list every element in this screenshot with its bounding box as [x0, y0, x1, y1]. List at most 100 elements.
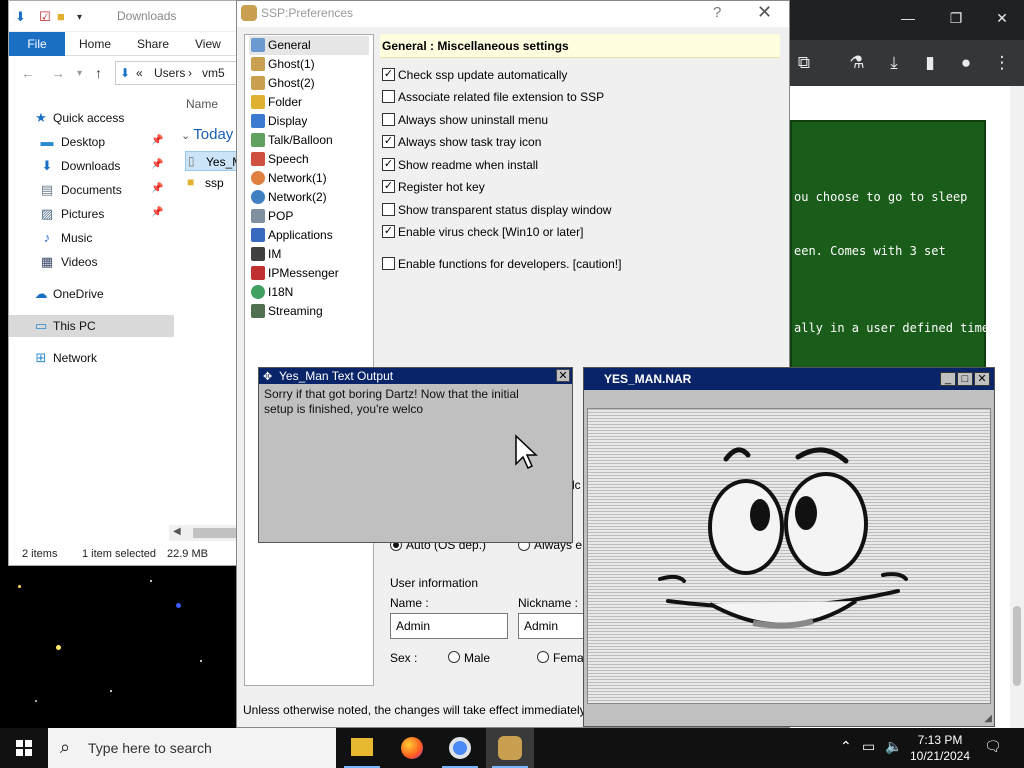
checkbox-box[interactable]: ✓ [382, 135, 395, 148]
sidepanel-icon[interactable]: ▮ [920, 53, 940, 73]
tab-file[interactable]: File [9, 32, 65, 56]
radio-female[interactable] [537, 651, 549, 663]
tree-item-talk-balloon[interactable]: Talk/Balloon [249, 131, 369, 150]
checkbox-show-readme[interactable]: ✓ Show readme when install [382, 156, 782, 174]
close-button[interactable]: ✕ [974, 372, 990, 386]
network-icon[interactable]: ▭ [862, 738, 875, 755]
close-icon[interactable]: ✕ [992, 10, 1012, 27]
tree-item-ghost1[interactable]: Ghost(1) [249, 55, 369, 74]
minimize-button[interactable]: _ [940, 372, 956, 386]
help-button[interactable]: ? [713, 4, 721, 21]
checkbox-uninstall-menu[interactable]: Always show uninstall menu [382, 111, 782, 129]
profile-icon[interactable]: ● [956, 53, 976, 73]
taskbar-ssp[interactable] [486, 728, 534, 768]
tree-item-speech[interactable]: Speech [249, 150, 369, 169]
resize-grip-icon[interactable]: ◢ [984, 713, 992, 724]
new-folder-icon[interactable]: ■ [57, 9, 65, 24]
column-header-name[interactable]: Name [186, 97, 218, 111]
download-arrow-icon[interactable]: ⬇ [15, 9, 26, 25]
scroll-left-icon[interactable]: ◀ [173, 526, 181, 537]
close-button[interactable]: ✕ [757, 2, 772, 23]
sidebar-item-quick-access[interactable]: ★ Quick access [9, 107, 174, 129]
up-icon[interactable]: ↑ [95, 65, 102, 81]
nickname-input[interactable]: Admin [518, 613, 583, 639]
checkbox-developer-functions[interactable]: Enable functions for developers. [cautio… [382, 255, 782, 273]
checkbox-task-tray-icon[interactable]: ✓ Always show task tray icon [382, 133, 782, 151]
tree-item-display[interactable]: Display [249, 112, 369, 131]
tree-item-im[interactable]: IM [249, 245, 369, 264]
chevron-down-icon[interactable]: ▾ [77, 68, 82, 79]
sidebar-item-network[interactable]: ⊞ Network [9, 347, 174, 369]
taskbar-firefox[interactable] [388, 728, 436, 768]
checkbox-transparent-status[interactable]: Show transparent status display window [382, 201, 782, 219]
sidebar-item-downloads[interactable]: ⬇ Downloads 📌 [9, 155, 174, 177]
address-bar[interactable]: ⬇ « Users › vm5 [115, 61, 237, 85]
checkbox-box[interactable]: ✓ [382, 68, 395, 81]
tab-home[interactable]: Home [79, 37, 111, 51]
sidebar-item-pictures[interactable]: ▨ Pictures 📌 [9, 203, 174, 225]
checkbox-associate-extension[interactable]: Associate related file extension to SSP [382, 88, 782, 106]
start-button[interactable] [0, 728, 48, 768]
download-icon[interactable]: ⤓ [884, 53, 904, 73]
scrollbar-thumb[interactable] [1013, 606, 1021, 686]
back-icon[interactable]: ← [21, 65, 35, 81]
sidebar-item-desktop[interactable]: ▬ Desktop 📌 [9, 131, 174, 153]
tree-item-i18n[interactable]: I18N [249, 283, 369, 302]
tree-item-general[interactable]: General [249, 36, 369, 55]
breadcrumb-vm5[interactable]: vm5 [202, 66, 225, 80]
horizontal-scrollbar[interactable]: ◀ [169, 525, 237, 541]
radio-male[interactable] [448, 651, 460, 663]
pin-icon: 📌 [151, 207, 164, 218]
volume-icon[interactable]: 🔈 [885, 738, 902, 755]
checkbox-box[interactable] [382, 113, 395, 126]
checkbox-box[interactable]: ✓ [382, 225, 395, 238]
checkbox-box[interactable]: ✓ [382, 158, 395, 171]
file-row[interactable]: ■ ssp [185, 173, 237, 193]
tree-item-ghost2[interactable]: Ghost(2) [249, 74, 369, 93]
restore-icon[interactable]: ❐ [946, 10, 966, 27]
general-icon [251, 38, 265, 52]
tab-share[interactable]: Share [137, 37, 169, 51]
minimize-icon[interactable]: — [898, 10, 918, 26]
tree-item-network1[interactable]: Network(1) [249, 169, 369, 188]
system-clock[interactable]: 7:13 PM 10/21/2024 [908, 732, 972, 764]
checkbox-box[interactable] [382, 203, 395, 216]
sidebar-item-onedrive[interactable]: ☁ OneDrive [9, 283, 174, 305]
group-header-today[interactable]: ⌄ Today ( [181, 126, 237, 143]
scrollbar-thumb[interactable] [193, 528, 237, 538]
taskbar-search[interactable]: ⌕ Type here to search [48, 728, 336, 768]
checkbox-check-update[interactable]: ✓ Check ssp update automatically [382, 66, 782, 84]
sidebar-item-documents[interactable]: ▤ Documents 📌 [9, 179, 174, 201]
properties-icon[interactable]: ☑ [39, 9, 51, 25]
menu-icon[interactable]: ⋮ [992, 53, 1012, 73]
maximize-button[interactable]: □ [957, 372, 973, 386]
breadcrumb-users[interactable]: Users [154, 66, 185, 80]
taskbar-file-explorer[interactable] [338, 728, 386, 768]
sidebar-item-videos[interactable]: ▦ Videos [9, 251, 174, 273]
sidebar-item-this-pc[interactable]: ▭ This PC [9, 315, 174, 337]
checkbox-box[interactable] [382, 90, 395, 103]
tab-view[interactable]: View [195, 37, 221, 51]
tree-item-folder[interactable]: Folder [249, 93, 369, 112]
taskbar-chrome[interactable] [436, 728, 484, 768]
checkbox-virus-check[interactable]: ✓ Enable virus check [Win10 or later] [382, 223, 782, 241]
forward-icon[interactable]: → [51, 65, 65, 81]
extensions-icon[interactable]: ⧉ [794, 53, 814, 73]
file-row[interactable]: ▯ Yes_M [185, 151, 237, 171]
close-button[interactable]: ✕ [556, 369, 570, 382]
checkbox-register-hot-key[interactable]: ✓ Register hot key [382, 178, 782, 196]
chevron-down-icon[interactable]: ▾ [77, 12, 82, 23]
tray-chevron-icon[interactable]: ⌃ [840, 738, 852, 755]
checkbox-box[interactable]: ✓ [382, 180, 395, 193]
flask-icon[interactable]: ⚗ [847, 53, 867, 73]
tree-item-ipmessenger[interactable]: IPMessenger [249, 264, 369, 283]
sidebar-item-music[interactable]: ♪ Music [9, 227, 174, 249]
tree-item-applications[interactable]: Applications [249, 226, 369, 245]
tree-item-pop[interactable]: POP [249, 207, 369, 226]
tree-item-streaming[interactable]: Streaming [249, 302, 369, 321]
name-input[interactable]: Admin [390, 613, 508, 639]
browser-scrollbar[interactable] [1010, 86, 1024, 728]
tree-item-network2[interactable]: Network(2) [249, 188, 369, 207]
checkbox-box[interactable] [382, 257, 395, 270]
notification-icon[interactable]: 🗨 [984, 738, 1002, 755]
